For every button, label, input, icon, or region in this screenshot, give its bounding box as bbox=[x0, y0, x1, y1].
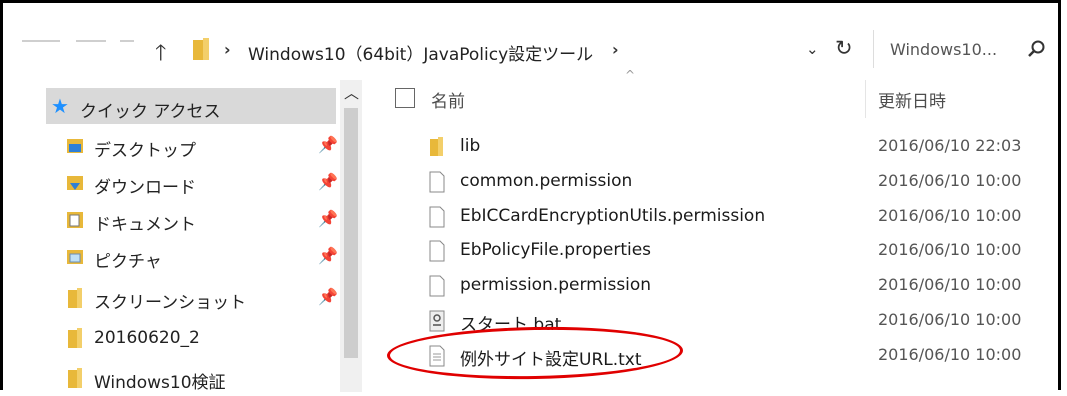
navigation-pane: ★ クイック アクセス デスクトップ 📌 ダウンロード 📌 ドキュメント 📌 ピ… bbox=[0, 80, 360, 393]
sidebar-item-label: デスクトップ bbox=[94, 141, 196, 161]
sidebar-item-quick-access[interactable]: ★ クイック アクセス bbox=[46, 88, 336, 124]
breadcrumb-separator-icon[interactable]: › bbox=[612, 40, 619, 59]
address-bar: 🡑 › Windows10（64bit）JavaPolicy設定ツール › ⌄ … bbox=[0, 14, 1061, 70]
sidebar-item-20160620-2[interactable]: 20160620_2 bbox=[66, 322, 346, 356]
sidebar-item-documents[interactable]: ドキュメント 📌 bbox=[66, 204, 346, 238]
file-name: permission.permission bbox=[460, 275, 652, 295]
recent-locations-button[interactable] bbox=[120, 40, 134, 42]
file-icon bbox=[429, 275, 445, 297]
download-folder-icon bbox=[67, 176, 83, 190]
sidebar-item-pictures[interactable]: ピクチャ 📌 bbox=[66, 241, 346, 275]
file-icon bbox=[429, 240, 445, 262]
batch-file-icon bbox=[429, 310, 445, 332]
file-icon bbox=[429, 206, 445, 228]
column-header-date[interactable]: 更新日時 bbox=[878, 87, 946, 112]
breadcrumb-separator-icon[interactable]: › bbox=[224, 40, 231, 59]
chevron-down-icon[interactable]: ⌄ bbox=[806, 40, 819, 58]
nav-scrollbar[interactable]: ︿ bbox=[340, 80, 362, 392]
file-name: EbICCardEncryptionUtils.permission bbox=[460, 206, 766, 226]
file-name: lib bbox=[460, 136, 481, 156]
column-header-name[interactable]: 名前 bbox=[431, 87, 465, 112]
sidebar-item-desktop[interactable]: デスクトップ 📌 bbox=[66, 130, 346, 164]
star-icon: ★ bbox=[51, 94, 69, 118]
pictures-folder-icon bbox=[67, 250, 83, 264]
folder-icon bbox=[68, 368, 82, 388]
folder-icon bbox=[68, 328, 82, 348]
sidebar-item-downloads[interactable]: ダウンロード 📌 bbox=[66, 167, 346, 201]
breadcrumb-current[interactable]: Windows10（64bit）JavaPolicy設定ツール bbox=[248, 40, 593, 65]
documents-folder-icon bbox=[67, 212, 83, 228]
list-item[interactable]: EbICCardEncryptionUtils.permission 2016/… bbox=[425, 200, 1060, 234]
pin-icon[interactable]: 📌 bbox=[318, 209, 338, 228]
scroll-up-icon[interactable]: ︿ bbox=[344, 82, 359, 103]
search-placeholder: Windows10... bbox=[890, 40, 998, 59]
sort-up-icon: ^ bbox=[625, 68, 636, 82]
desktop-folder-icon bbox=[67, 139, 83, 153]
up-arrow-icon[interactable]: 🡑 bbox=[155, 36, 166, 74]
file-date: 2016/06/10 10:00 bbox=[878, 206, 1022, 225]
folder-icon bbox=[193, 38, 209, 60]
sidebar-item-label: Windows10検証 bbox=[94, 373, 226, 393]
scroll-thumb[interactable] bbox=[344, 108, 358, 358]
search-icon[interactable] bbox=[1026, 39, 1046, 59]
refresh-icon[interactable]: ↻ bbox=[835, 36, 853, 60]
file-date: 2016/06/10 10:00 bbox=[878, 240, 1022, 259]
sidebar-item-windows10-kensho[interactable]: Windows10検証 bbox=[66, 362, 346, 396]
folder-icon bbox=[68, 288, 82, 308]
pin-icon[interactable]: 📌 bbox=[318, 246, 338, 265]
file-date: 2016/06/10 10:00 bbox=[878, 310, 1022, 329]
list-item[interactable]: EbPolicyFile.properties 2016/06/10 10:00 bbox=[425, 234, 1060, 268]
back-button[interactable] bbox=[22, 40, 60, 42]
list-item[interactable]: permission.permission 2016/06/10 10:00 bbox=[425, 269, 1060, 303]
list-item[interactable]: common.permission 2016/06/10 10:00 bbox=[425, 165, 1060, 199]
sidebar-item-label: ダウンロード bbox=[94, 178, 196, 198]
pin-icon[interactable]: 📌 bbox=[318, 135, 338, 154]
sidebar-item-label: 20160620_2 bbox=[94, 328, 200, 348]
sidebar-item-label: ピクチャ bbox=[94, 252, 162, 272]
sidebar-item-label: スクリーンショット bbox=[94, 293, 247, 313]
file-date: 2016/06/10 10:00 bbox=[878, 275, 1022, 294]
sidebar-item-screenshots[interactable]: スクリーンショット 📌 bbox=[66, 282, 346, 316]
sidebar-item-label: クイック アクセス bbox=[80, 102, 221, 122]
folder-icon bbox=[430, 137, 443, 156]
search-input[interactable]: Windows10... bbox=[873, 30, 1054, 68]
list-item[interactable]: lib 2016/06/10 22:03 bbox=[425, 130, 1060, 164]
file-date: 2016/06/10 22:03 bbox=[878, 136, 1022, 155]
file-name: common.permission bbox=[460, 171, 633, 191]
file-date: 2016/06/10 10:00 bbox=[878, 171, 1022, 190]
file-name: EbPolicyFile.properties bbox=[460, 240, 652, 260]
forward-button[interactable] bbox=[76, 40, 106, 42]
file-date: 2016/06/10 10:00 bbox=[878, 345, 1022, 364]
sidebar-item-label: ドキュメント bbox=[94, 215, 196, 235]
pin-icon[interactable]: 📌 bbox=[318, 287, 338, 306]
select-all-checkbox[interactable] bbox=[395, 88, 415, 108]
column-divider[interactable] bbox=[865, 80, 866, 118]
pin-icon[interactable]: 📌 bbox=[318, 172, 338, 191]
file-icon bbox=[429, 171, 445, 193]
